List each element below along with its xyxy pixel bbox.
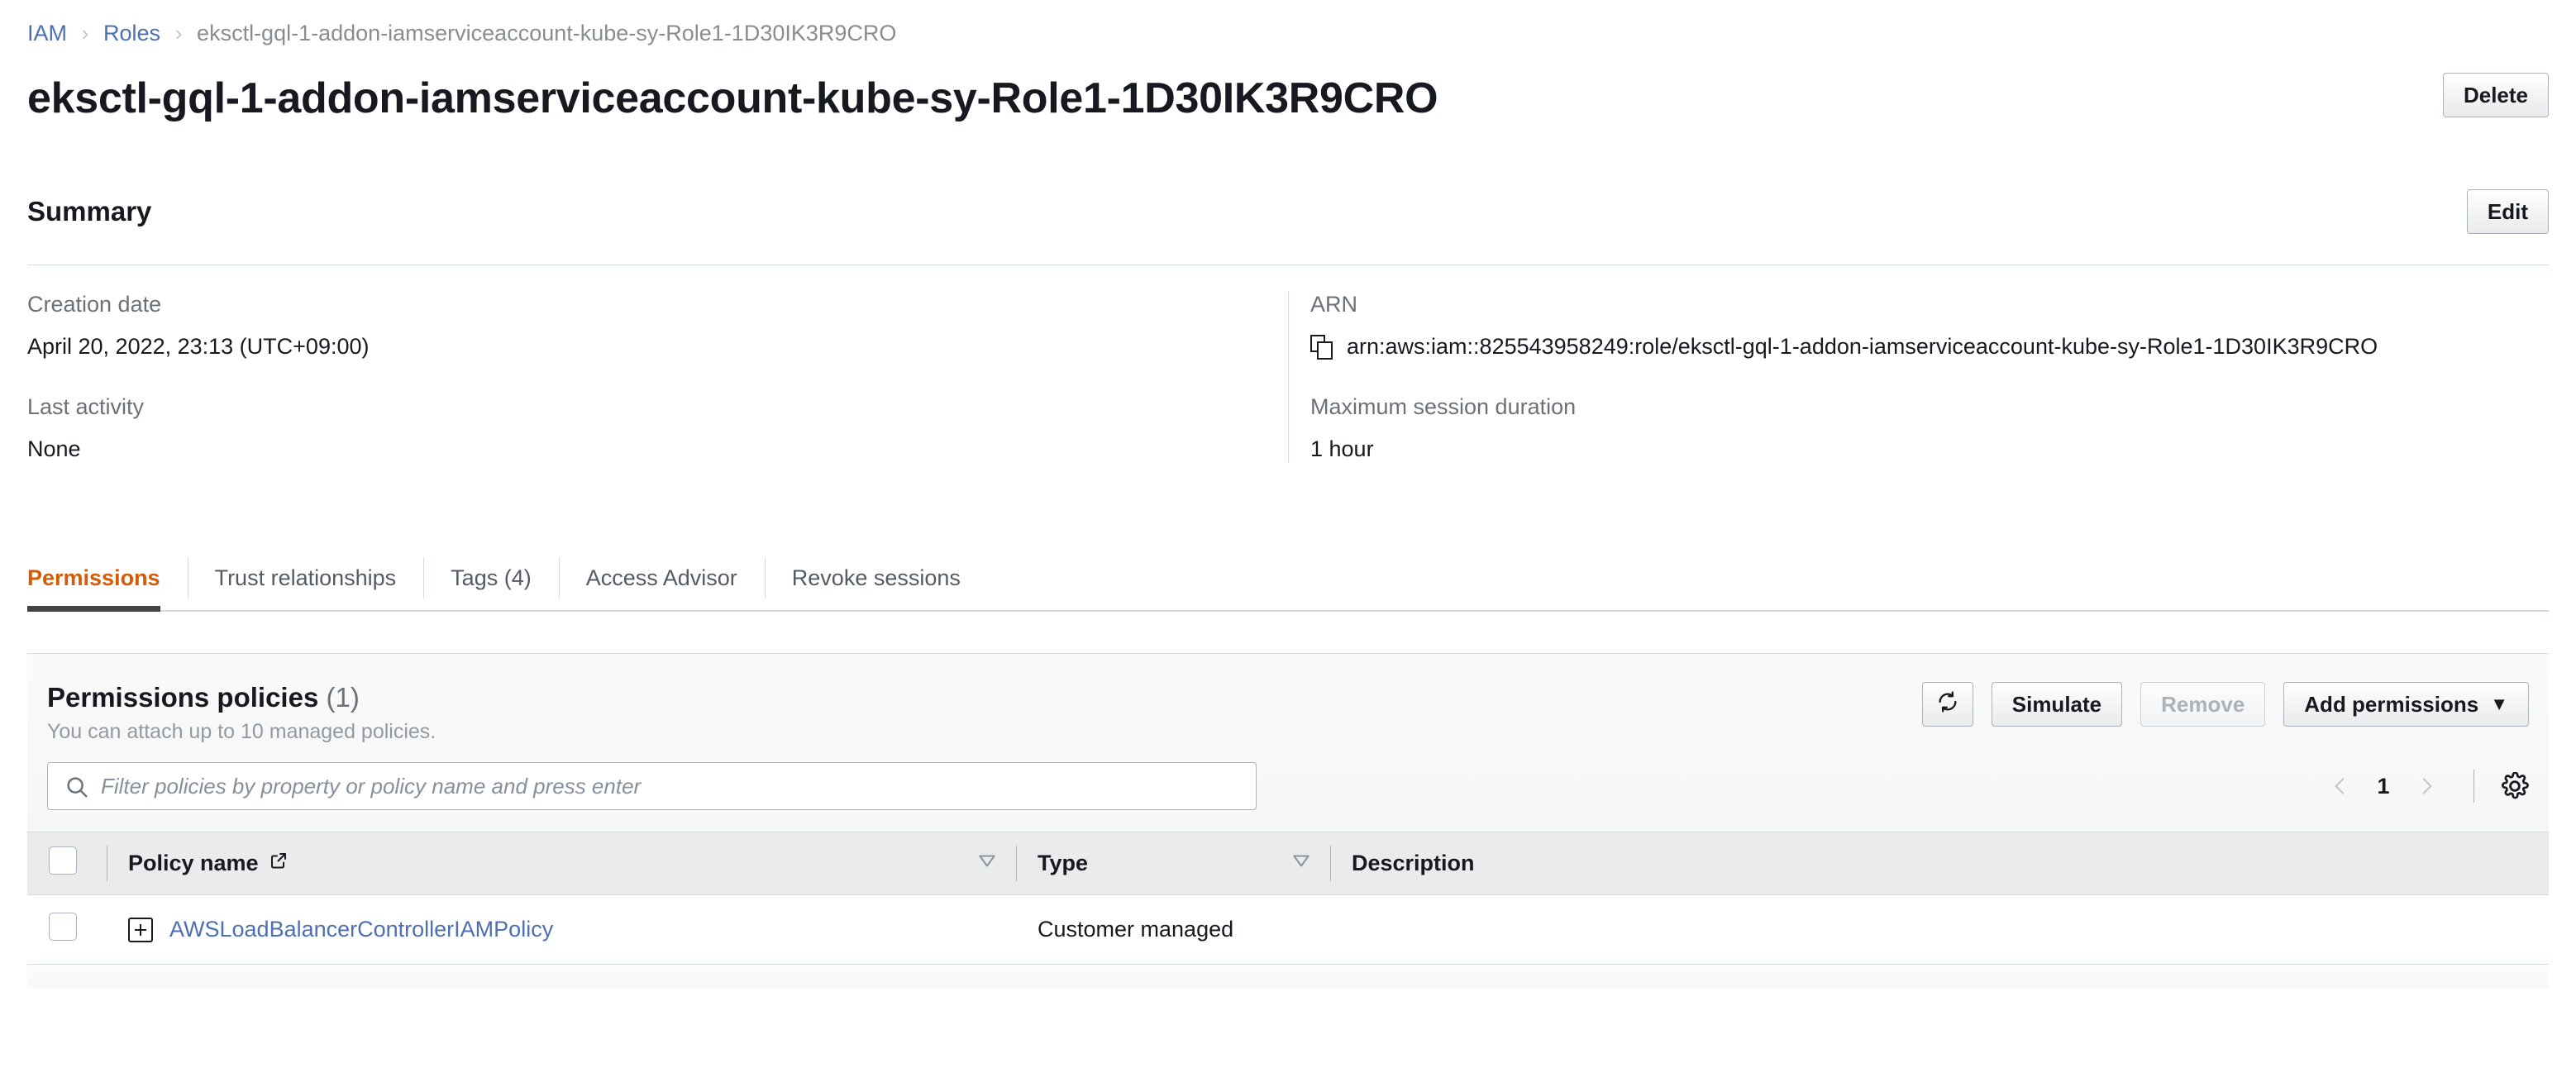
permissions-policies-panel: Permissions policies (1) You can attach … — [27, 653, 2549, 988]
breadcrumb-separator-icon: › — [174, 21, 183, 45]
panel-header: Permissions policies (1) You can attach … — [27, 654, 2549, 744]
pagination-prev-button[interactable] — [2320, 765, 2361, 807]
settings-button[interactable] — [2501, 771, 2529, 800]
column-header-description: Description — [1330, 832, 2549, 895]
column-header-type-label: Type — [1038, 851, 1089, 875]
arn-label: ARN — [1310, 292, 1358, 317]
last-activity-label: Last activity — [27, 394, 145, 419]
copy-icon[interactable] — [1310, 334, 1333, 360]
tab-revoke-sessions[interactable]: Revoke sessions — [764, 546, 988, 610]
panel-heading-count: (1) — [326, 682, 360, 713]
policies-table-body: AWSLoadBalancerControllerIAMPolicy Custo… — [27, 894, 2549, 965]
panel-heading: Permissions policies (1) — [47, 682, 436, 713]
iam-role-detail-page: IAM › Roles › eksctl-gql-1-addon-iamserv… — [0, 0, 2576, 1068]
search-icon — [64, 775, 89, 799]
select-all-checkbox[interactable] — [49, 846, 77, 875]
creation-date-label: Creation date — [27, 292, 162, 317]
gear-icon — [2501, 771, 2529, 800]
pagination-current-page[interactable]: 1 — [2369, 774, 2397, 799]
max-session-duration-value: 1 hour — [1310, 436, 1374, 461]
row-type-cell: Customer managed — [1016, 894, 1330, 965]
delete-button[interactable]: Delete — [2442, 73, 2549, 117]
tab-permissions[interactable]: Permissions — [27, 546, 188, 612]
sort-descending-icon[interactable] — [1290, 850, 1312, 877]
remove-button[interactable]: Remove — [2140, 682, 2266, 727]
pagination-divider — [2473, 770, 2474, 803]
policies-table-head: Policy name Type Description — [27, 832, 2549, 895]
arn-value: arn:aws:iam::825543958249:role/eksctl-gq… — [1347, 334, 2378, 359]
arn-field: ARN arn:aws:iam::825543958249:role/eksct… — [1310, 291, 2516, 360]
tab-bar: Permissions Trust relationships Tags (4)… — [27, 546, 2549, 612]
panel-heading-label: Permissions policies — [47, 682, 319, 713]
breadcrumb-item-iam[interactable]: IAM — [27, 20, 67, 46]
column-header-type[interactable]: Type — [1016, 832, 1330, 895]
row-checkbox[interactable] — [49, 913, 77, 941]
arn-value-row: arn:aws:iam::825543958249:role/eksctl-gq… — [1310, 333, 2516, 360]
last-activity-field: Last activity None — [27, 393, 1255, 463]
external-link-icon — [269, 851, 289, 876]
panel-action-buttons: Simulate Remove Add permissions ▼ — [1921, 682, 2529, 727]
simulate-button[interactable]: Simulate — [1991, 682, 2123, 727]
breadcrumb-item-current: eksctl-gql-1-addon-iamserviceaccount-kub… — [197, 21, 897, 45]
tab-trust-relationships[interactable]: Trust relationships — [187, 546, 424, 610]
row-description-cell — [1330, 894, 2549, 965]
table-row: AWSLoadBalancerControllerIAMPolicy Custo… — [27, 894, 2549, 965]
summary-column-right: ARN arn:aws:iam::825543958249:role/eksct… — [1288, 291, 2549, 463]
column-header-policy-name-label: Policy name — [128, 851, 259, 875]
expand-row-icon[interactable] — [128, 917, 153, 942]
breadcrumb: IAM › Roles › eksctl-gql-1-addon-iamserv… — [27, 20, 896, 46]
last-activity-value: None — [27, 436, 81, 461]
search-input[interactable] — [99, 763, 1256, 809]
breadcrumb-item-roles[interactable]: Roles — [103, 20, 160, 46]
row-policy-name-cell: AWSLoadBalancerControllerIAMPolicy — [107, 894, 1016, 965]
page-title: eksctl-gql-1-addon-iamserviceaccount-kub… — [27, 74, 1438, 122]
summary-column-left: Creation date April 20, 2022, 23:13 (UTC… — [27, 291, 1288, 463]
refresh-button[interactable] — [1921, 682, 1973, 727]
summary-title: Summary — [27, 196, 152, 226]
filter-row: 1 — [27, 744, 2549, 832]
tab-tags[interactable]: Tags (4) — [423, 546, 559, 610]
max-session-duration-field: Maximum session duration 1 hour — [1310, 393, 2516, 463]
column-header-policy-name[interactable]: Policy name — [107, 832, 1016, 895]
page-title-row: eksctl-gql-1-addon-iamserviceaccount-kub… — [27, 73, 2549, 124]
refresh-icon — [1936, 690, 1959, 719]
sort-descending-icon[interactable] — [976, 850, 998, 877]
edit-button[interactable]: Edit — [2466, 189, 2549, 234]
panel-header-text: Permissions policies (1) You can attach … — [47, 682, 436, 744]
column-header-description-label: Description — [1352, 851, 1475, 875]
breadcrumb-separator-icon: › — [81, 21, 89, 45]
policy-name-link[interactable]: AWSLoadBalancerControllerIAMPolicy — [169, 917, 553, 942]
creation-date-value: April 20, 2022, 23:13 (UTC+09:00) — [27, 334, 370, 359]
tab-access-advisor[interactable]: Access Advisor — [558, 546, 765, 610]
panel-subtitle: You can attach up to 10 managed policies… — [47, 720, 436, 743]
panel-footer — [27, 965, 2549, 988]
creation-date-field: Creation date April 20, 2022, 23:13 (UTC… — [27, 291, 1255, 360]
search-box[interactable] — [47, 762, 1257, 810]
max-session-duration-label: Maximum session duration — [1310, 394, 1577, 419]
table-header-row: Policy name Type Description — [27, 832, 2549, 895]
chevron-down-icon: ▼ — [2490, 694, 2508, 714]
policies-table: Policy name Type Description AWSLoadBala… — [27, 832, 2549, 965]
summary-header-row: Summary Edit — [27, 188, 2549, 235]
pagination: 1 — [2320, 765, 2529, 807]
add-permissions-label: Add permissions — [2304, 691, 2479, 717]
pagination-next-button[interactable] — [2406, 765, 2447, 807]
add-permissions-button[interactable]: Add permissions ▼ — [2283, 682, 2529, 727]
summary-details: Creation date April 20, 2022, 23:13 (UTC… — [27, 291, 2549, 463]
select-all-header — [27, 832, 107, 895]
row-select-cell — [27, 894, 107, 965]
